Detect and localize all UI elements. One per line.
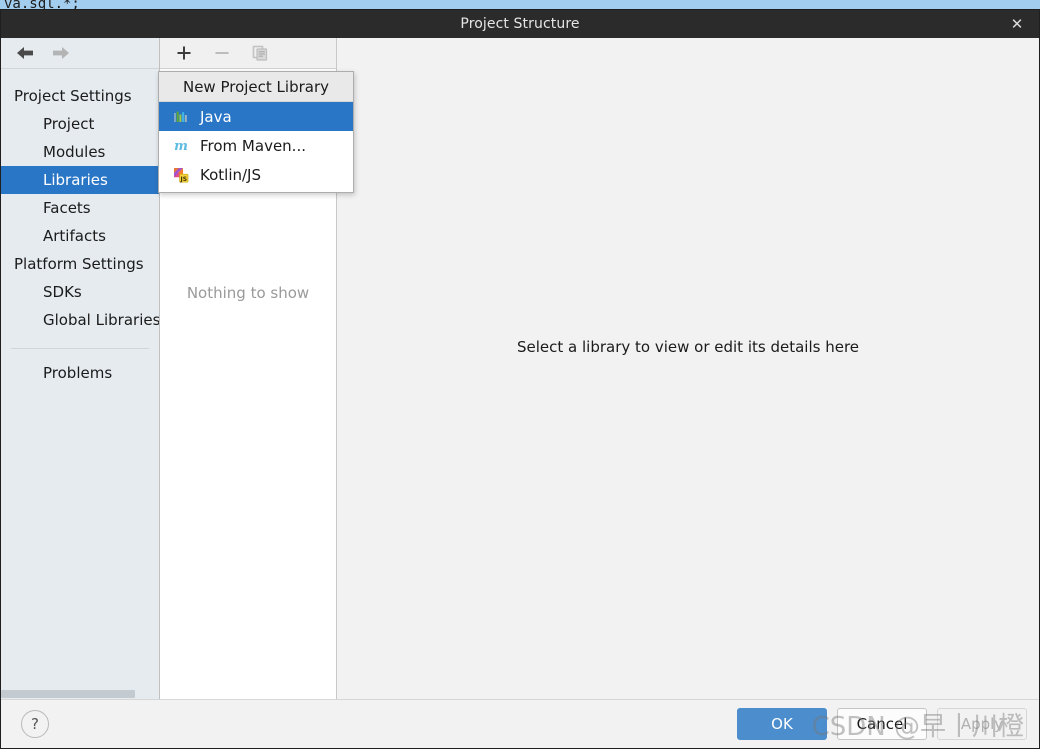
apply-button: Apply: [937, 708, 1027, 740]
settings-sidebar: Project Settings Project Modules Librari…: [1, 38, 160, 699]
dialog-footer: ? OK Cancel Apply: [1, 699, 1039, 748]
popup-header: New Project Library: [159, 72, 353, 102]
project-structure-dialog: Project Structure ✕ Project Settings Pro…: [0, 9, 1040, 749]
sidebar-group-project-settings: Project Settings: [14, 87, 132, 105]
popup-item-kotlin-js[interactable]: JS Kotlin/JS: [159, 160, 353, 189]
libraries-empty-text: Nothing to show: [186, 284, 310, 302]
library-detail-empty-text: Select a library to view or edit its det…: [516, 338, 860, 356]
popup-item-label: Java: [200, 107, 232, 126]
popup-item-from-maven[interactable]: m From Maven...: [159, 131, 353, 160]
sidebar-list: Project Settings Project Modules Librari…: [1, 69, 159, 699]
library-detail-panel: Select a library to view or edit its det…: [337, 38, 1039, 699]
popup-item-label: From Maven...: [200, 136, 306, 155]
sidebar-group-platform-settings: Platform Settings: [14, 255, 144, 273]
ok-button[interactable]: OK: [737, 708, 827, 740]
maven-icon: m: [172, 137, 190, 155]
dialog-button-row: OK Cancel Apply: [737, 708, 1027, 740]
kotlin-js-icon: JS: [172, 166, 190, 184]
screen: va.sql.*; Project Structure ✕ Project Se…: [0, 0, 1040, 749]
popup-item-java[interactable]: Java: [159, 102, 353, 131]
close-icon[interactable]: ✕: [1005, 10, 1029, 38]
dialog-title: Project Structure: [460, 16, 580, 32]
add-library-button[interactable]: [174, 43, 194, 63]
copy-icon: [250, 43, 270, 63]
sidebar-item-project[interactable]: Project: [1, 110, 159, 138]
sidebar-item-facets[interactable]: Facets: [1, 194, 159, 222]
dialog-body: Project Settings Project Modules Librari…: [1, 38, 1039, 699]
svg-text:JS: JS: [180, 175, 188, 182]
sidebar-item-global-libraries[interactable]: Global Libraries: [1, 306, 159, 334]
arrow-left-icon[interactable]: [14, 44, 36, 62]
java-library-icon: [172, 108, 190, 126]
help-button[interactable]: ?: [21, 710, 49, 738]
sidebar-item-sdks[interactable]: SDKs: [1, 278, 159, 306]
libraries-toolbar: [160, 38, 336, 69]
new-project-library-popup: New Project Library Java m From Maven...…: [158, 71, 354, 193]
svg-text:m: m: [174, 139, 188, 154]
sidebar-item-libraries[interactable]: Libraries: [1, 166, 159, 194]
sidebar-divider: [11, 348, 149, 349]
arrow-right-icon: [50, 44, 72, 62]
popup-item-label: Kotlin/JS: [200, 165, 261, 184]
remove-library-button: [212, 43, 232, 63]
sidebar-nav-row: [1, 38, 159, 69]
sidebar-item-artifacts[interactable]: Artifacts: [1, 222, 159, 250]
sidebar-item-modules[interactable]: Modules: [1, 138, 159, 166]
scrollbar-thumb[interactable]: [1, 690, 135, 698]
cancel-button[interactable]: Cancel: [837, 708, 927, 740]
sidebar-horizontal-scrollbar[interactable]: [1, 689, 159, 699]
sidebar-item-problems[interactable]: Problems: [1, 359, 159, 387]
dialog-titlebar: Project Structure ✕: [1, 10, 1039, 38]
